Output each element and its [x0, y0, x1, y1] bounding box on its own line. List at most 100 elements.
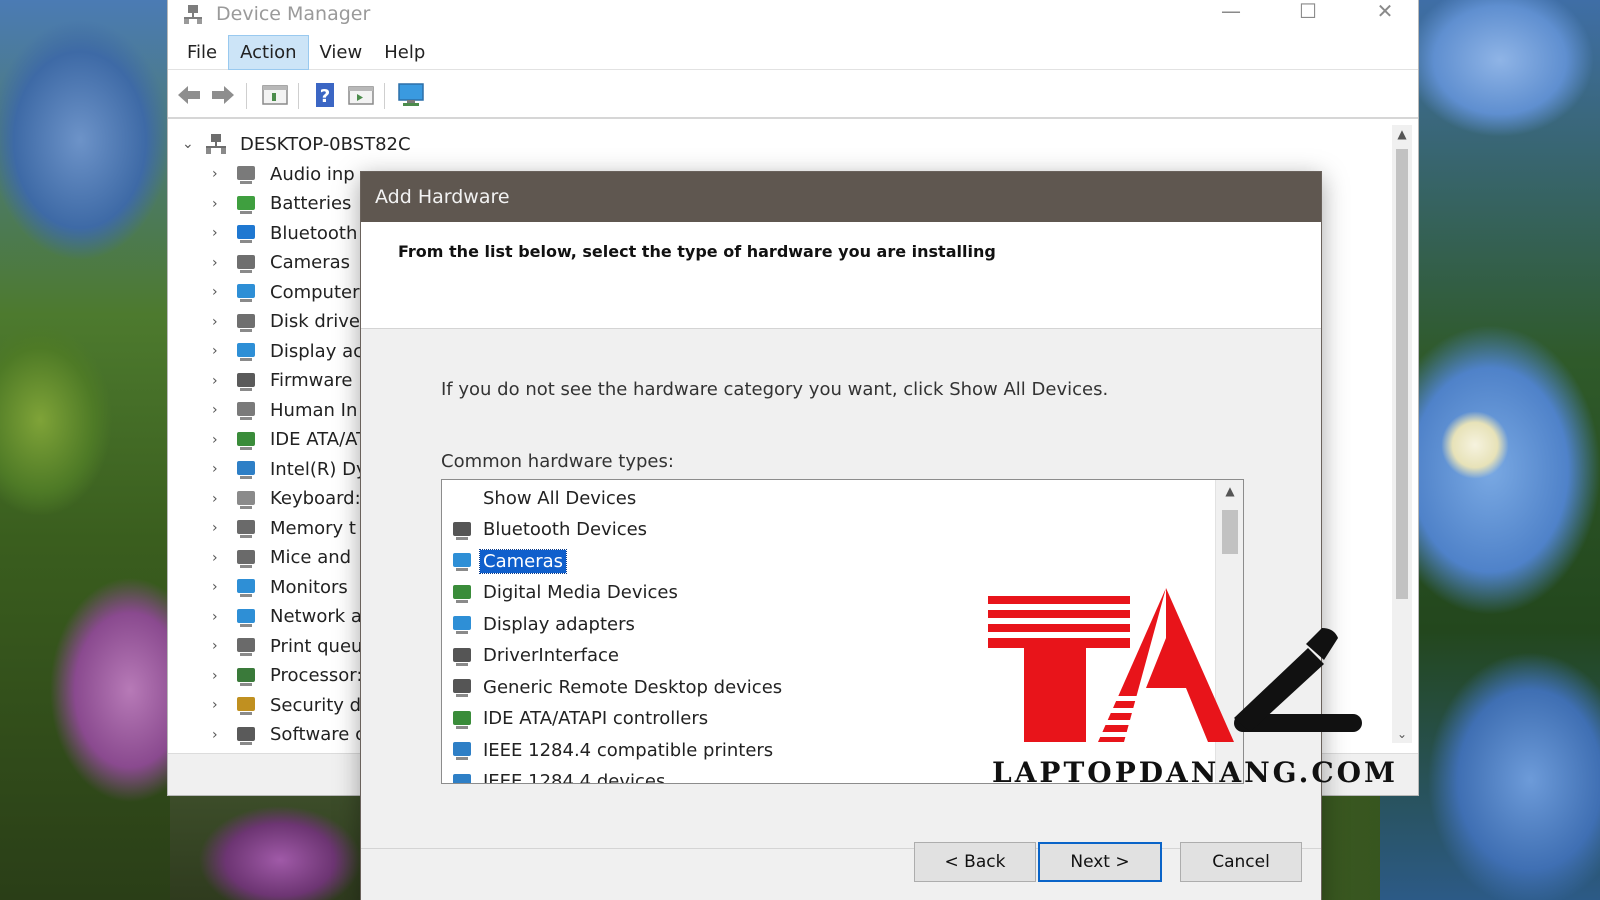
- tree-item-label: Monitors: [270, 576, 348, 598]
- vertical-scrollbar[interactable]: ▲ ⌄: [1392, 125, 1412, 743]
- chevron-right-icon[interactable]: ›: [212, 461, 234, 477]
- menu-help[interactable]: Help: [373, 36, 436, 69]
- chevron-right-icon[interactable]: ›: [212, 579, 234, 595]
- dialog-header: From the list below, select the type of …: [361, 222, 1321, 329]
- chevron-down-icon[interactable]: ⌄: [182, 136, 204, 152]
- menu-action[interactable]: Action: [228, 34, 309, 70]
- chevron-right-icon[interactable]: ›: [212, 402, 234, 418]
- list-scrollbar-thumb[interactable]: [1222, 510, 1238, 554]
- menu-view[interactable]: View: [309, 36, 374, 69]
- chevron-right-icon[interactable]: ›: [212, 373, 234, 389]
- hardware-list-item[interactable]: DriverInterface: [450, 642, 622, 670]
- tree-item-label: Mice and: [270, 547, 352, 568]
- menu-file[interactable]: File: [176, 36, 228, 69]
- bluetooth-icon: [237, 225, 255, 243]
- hardware-list-item[interactable]: Generic Remote Desktop devices: [450, 673, 785, 701]
- ide-icon: [453, 710, 471, 729]
- keyboard-icon: [237, 402, 255, 420]
- hardware-list-item[interactable]: IDE ATA/ATAPI controllers: [450, 705, 711, 733]
- tree-item[interactable]: › Processor:: [212, 662, 362, 690]
- window-titlebar[interactable]: Device Manager — ☐ ✕: [168, 0, 1418, 35]
- dialog-footer: < Back Next > Cancel: [361, 842, 1321, 900]
- hardware-list-item[interactable]: Display adapters: [450, 610, 638, 638]
- tree-item[interactable]: › Print queu: [212, 632, 362, 660]
- tree-item[interactable]: › Display ac: [212, 337, 363, 365]
- device-manager-icon: [184, 5, 202, 24]
- cancel-button[interactable]: Cancel: [1180, 842, 1302, 882]
- tree-item[interactable]: › Intel(R) Dy: [212, 455, 367, 483]
- minimize-button[interactable]: —: [1211, 0, 1251, 23]
- help-icon[interactable]: ?: [310, 80, 340, 110]
- tree-item[interactable]: › Keyboard:: [212, 485, 361, 513]
- chevron-right-icon[interactable]: ›: [212, 314, 234, 330]
- tree-item-label: Processor:: [270, 665, 363, 686]
- hardware-item-label: Show All Devices: [483, 487, 637, 509]
- chevron-right-icon[interactable]: ›: [212, 196, 234, 212]
- dialog-heading: From the list below, select the type of …: [398, 242, 996, 261]
- tree-item[interactable]: › Firmware: [212, 367, 353, 395]
- hardware-list-item[interactable]: IEEE 1284.4 devices: [450, 768, 668, 783]
- chevron-right-icon[interactable]: ›: [212, 550, 234, 566]
- tree-item[interactable]: › Audio inp: [212, 160, 355, 188]
- scroll-up-arrow-icon[interactable]: ▲: [1216, 484, 1243, 498]
- tree-item[interactable]: › Monitors: [212, 573, 348, 601]
- back-button[interactable]: < Back: [914, 842, 1036, 882]
- scrollbar-thumb[interactable]: [1396, 149, 1408, 599]
- chevron-right-icon[interactable]: ›: [212, 343, 234, 359]
- dialog-info-text: If you do not see the hardware category …: [441, 379, 1109, 400]
- hardware-list-item[interactable]: IEEE 1284.4 compatible printers: [450, 736, 776, 764]
- next-button[interactable]: Next >: [1038, 842, 1162, 882]
- chevron-right-icon[interactable]: ›: [212, 520, 234, 536]
- hardware-list-item[interactable]: Digital Media Devices: [450, 579, 681, 607]
- chevron-right-icon[interactable]: ›: [212, 255, 234, 271]
- scroll-up-arrow-icon[interactable]: ▲: [1394, 127, 1410, 141]
- chevron-right-icon[interactable]: ›: [212, 697, 234, 713]
- tree-item[interactable]: › Disk drive: [212, 308, 360, 336]
- tree-item[interactable]: › IDE ATA/AT: [212, 426, 367, 454]
- tree-item[interactable]: › Software c: [212, 721, 365, 749]
- chevron-right-icon[interactable]: ›: [212, 284, 234, 300]
- tree-item[interactable]: › Computer: [212, 278, 359, 306]
- chevron-right-icon[interactable]: ›: [212, 491, 234, 507]
- tree-item-label: Intel(R) Dy: [270, 458, 367, 480]
- driver-icon: [453, 647, 471, 666]
- media-device-icon: [453, 584, 471, 603]
- tree-item[interactable]: › Network a: [212, 603, 362, 631]
- properties-icon[interactable]: [260, 80, 290, 110]
- ide-icon: [237, 431, 255, 450]
- chevron-right-icon[interactable]: ›: [212, 432, 234, 448]
- toolbar: ?: [168, 71, 1418, 119]
- tree-item[interactable]: › Cameras: [212, 249, 350, 277]
- chevron-right-icon[interactable]: ›: [212, 727, 234, 743]
- firmware-icon: [237, 372, 255, 391]
- device-icon: [453, 773, 471, 783]
- tree-item-label: Disk drive: [270, 311, 360, 332]
- chevron-right-icon[interactable]: ›: [212, 638, 234, 654]
- back-arrow-icon[interactable]: [174, 80, 204, 110]
- hardware-item-label: Generic Remote Desktop devices: [483, 676, 783, 698]
- hardware-list-item[interactable]: Bluetooth Devices: [450, 516, 650, 544]
- hardware-list-label: Common hardware types:: [441, 451, 674, 472]
- hardware-item-label: Display adapters: [483, 613, 635, 635]
- tree-item[interactable]: › Batteries: [212, 190, 351, 218]
- chevron-right-icon[interactable]: ›: [212, 609, 234, 625]
- close-button[interactable]: ✕: [1365, 0, 1405, 23]
- tree-item[interactable]: › Bluetooth: [212, 219, 357, 247]
- monitor-icon[interactable]: [396, 80, 426, 110]
- forward-arrow-icon[interactable]: [208, 80, 238, 110]
- hardware-list-item[interactable]: Cameras: [450, 547, 568, 575]
- tree-root[interactable]: ⌄ DESKTOP-0BST82C: [182, 130, 411, 158]
- chevron-right-icon[interactable]: ›: [212, 668, 234, 684]
- tree-item[interactable]: › Human In: [212, 396, 357, 424]
- printer-icon: [237, 638, 255, 656]
- chevron-right-icon[interactable]: ›: [212, 166, 234, 182]
- tree-item[interactable]: › Memory t: [212, 514, 356, 542]
- view-icon[interactable]: [346, 80, 376, 110]
- tree-item[interactable]: › Security d: [212, 691, 361, 719]
- dialog-titlebar[interactable]: Add Hardware: [361, 172, 1321, 222]
- maximize-button[interactable]: ☐: [1288, 0, 1328, 23]
- scroll-down-arrow-icon[interactable]: ⌄: [1394, 727, 1410, 741]
- tree-item[interactable]: › Mice and: [212, 544, 351, 572]
- hardware-list-item[interactable]: Show All Devices: [450, 484, 639, 512]
- chevron-right-icon[interactable]: ›: [212, 225, 234, 241]
